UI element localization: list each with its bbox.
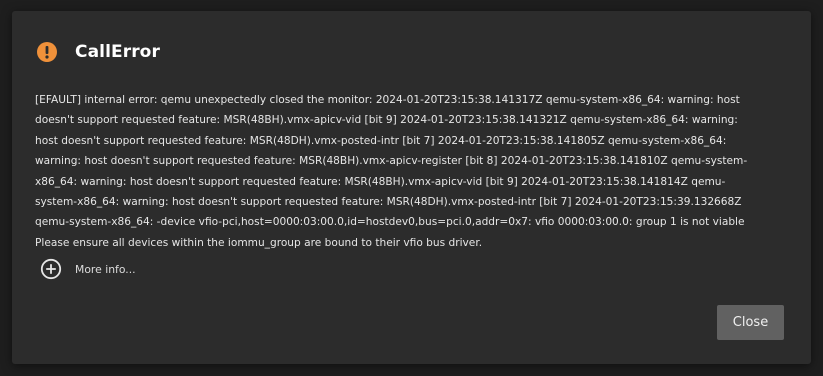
error-dialog: CallError [EFAULT] internal error: qemu … bbox=[12, 11, 811, 364]
dialog-title: CallError bbox=[75, 42, 160, 62]
error-message-line: qemu-system-x86_64: -device vfio-pci,hos… bbox=[35, 216, 745, 229]
error-message-line: [EFAULT] internal error: qemu unexpected… bbox=[35, 94, 740, 106]
error-message-line: doesn't support requested feature: MSR(4… bbox=[35, 114, 738, 127]
error-message-line: warning: host doesn't support requested … bbox=[35, 155, 748, 168]
more-info-toggle[interactable]: More info... bbox=[40, 258, 136, 280]
error-message-line: host doesn't support requested feature: … bbox=[35, 134, 727, 147]
error-message-line: Please ensure all devices within the iom… bbox=[35, 236, 483, 249]
error-message-line: system-x86_64: warning: host doesn't sup… bbox=[35, 196, 742, 209]
close-button[interactable]: Close bbox=[717, 305, 784, 340]
plus-circle-icon[interactable] bbox=[40, 258, 62, 280]
dialog-header: CallError bbox=[36, 39, 160, 65]
warning-icon bbox=[36, 41, 58, 63]
error-message-line: x86_64: warning: host doesn't support re… bbox=[35, 175, 726, 188]
more-info-label[interactable]: More info... bbox=[75, 263, 136, 276]
error-message: [EFAULT] internal error: qemu unexpected… bbox=[35, 90, 795, 253]
